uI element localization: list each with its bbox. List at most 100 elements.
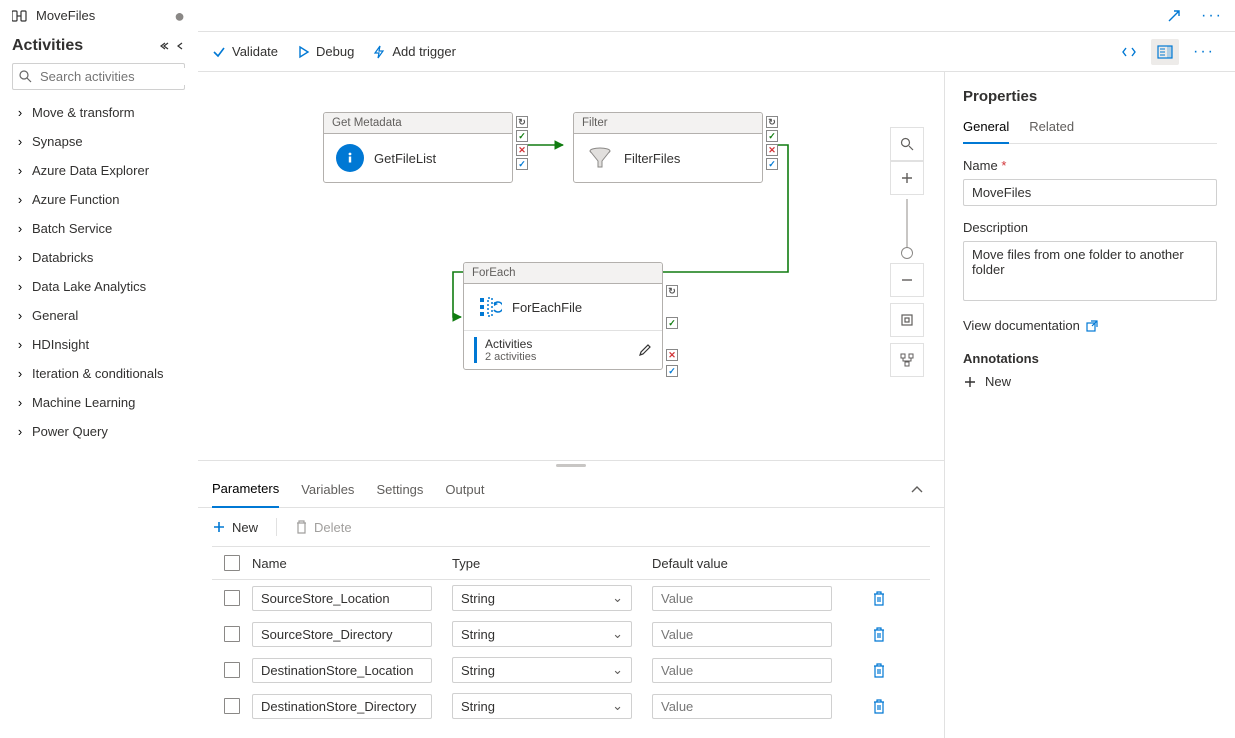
port-loop-icon[interactable]: ↻ <box>666 285 678 297</box>
foreach-activities-row[interactable]: Activities 2 activities <box>464 330 662 369</box>
port-skip-icon[interactable]: ✓ <box>516 158 528 170</box>
activities-title: Activities <box>12 37 83 55</box>
activity-filter[interactable]: Filter FilterFiles ↻ ✓ ✕ ✓ <box>573 112 763 183</box>
dirty-indicator: ● <box>174 11 185 21</box>
zoom-out-button[interactable] <box>890 263 924 297</box>
tab-general[interactable]: General <box>963 119 1009 144</box>
param-name-input[interactable]: DestinationStore_Directory <box>252 694 432 719</box>
code-icon[interactable] <box>1115 39 1143 65</box>
category-databricks[interactable]: ›Databricks <box>0 243 197 272</box>
node-ports[interactable]: ↻ ✓ ✕ ✓ <box>766 116 778 170</box>
tab-variables[interactable]: Variables <box>301 472 354 507</box>
delete-row-icon[interactable] <box>872 591 886 606</box>
category-batch-service[interactable]: ›Batch Service <box>0 214 197 243</box>
row-checkbox[interactable] <box>224 590 240 606</box>
param-type-select[interactable]: String⌄ <box>452 621 632 647</box>
port-loop-icon[interactable]: ↻ <box>516 116 528 128</box>
search-input[interactable] <box>38 68 218 85</box>
fit-to-screen-button[interactable] <box>890 303 924 337</box>
tab-output[interactable]: Output <box>445 472 484 507</box>
toolbar-more-icon[interactable]: ··· <box>1187 37 1221 67</box>
name-input[interactable] <box>963 179 1217 206</box>
category-synapse[interactable]: ›Synapse <box>0 127 197 156</box>
category-iteration-conditionals[interactable]: ›Iteration & conditionals <box>0 359 197 388</box>
delete-row-icon[interactable] <box>872 699 886 714</box>
tab-settings[interactable]: Settings <box>376 472 423 507</box>
properties-toggle-icon[interactable] <box>1151 39 1179 65</box>
activities-sidebar: MoveFiles ● Activities ›Move & transform… <box>0 0 198 738</box>
tab-related[interactable]: Related <box>1029 119 1074 143</box>
row-checkbox[interactable] <box>224 662 240 678</box>
view-documentation-link[interactable]: View documentation <box>963 318 1098 333</box>
properties-title: Properties <box>963 88 1217 105</box>
param-row: DestinationStore_Directory String⌄ Value <box>212 688 930 724</box>
param-row: SourceStore_Directory String⌄ Value <box>212 616 930 652</box>
param-type-select[interactable]: String⌄ <box>452 693 632 719</box>
select-all-checkbox[interactable] <box>224 555 240 571</box>
edit-icon[interactable] <box>638 343 652 357</box>
parameters-table: Name Type Default value SourceStore_Loca… <box>198 546 944 738</box>
more-icon[interactable]: ··· <box>1197 3 1227 29</box>
zoom-slider-thumb[interactable] <box>901 247 913 259</box>
new-annotation-button[interactable]: New <box>963 374 1217 389</box>
category-general[interactable]: ›General <box>0 301 197 330</box>
category-hdinsight[interactable]: ›HDInsight <box>0 330 197 359</box>
param-name-input[interactable]: SourceStore_Location <box>252 586 432 611</box>
port-success-icon[interactable]: ✓ <box>666 317 678 329</box>
category-move-transform[interactable]: ›Move & transform <box>0 98 197 127</box>
row-checkbox[interactable] <box>224 626 240 642</box>
main-area: ··· Validate Debug Add trigger ··· <box>198 0 1235 738</box>
chevron-down-icon: ⌄ <box>612 662 623 678</box>
delete-parameter-button[interactable]: Delete <box>295 520 352 535</box>
debug-button[interactable]: Debug <box>296 44 354 59</box>
zoom-search-button[interactable] <box>890 127 924 161</box>
row-checkbox[interactable] <box>224 698 240 714</box>
port-loop-icon[interactable]: ↻ <box>766 116 778 128</box>
pipeline-canvas[interactable]: Get Metadata GetFileList ↻ ✓ ✕ ✓ <box>198 72 944 460</box>
zoom-in-button[interactable] <box>890 161 924 195</box>
param-value-input[interactable]: Value <box>652 586 832 611</box>
port-failure-icon[interactable]: ✕ <box>516 144 528 156</box>
delete-row-icon[interactable] <box>872 627 886 642</box>
activity-type-label: Filter <box>574 113 762 134</box>
category-machine-learning[interactable]: ›Machine Learning <box>0 388 197 417</box>
add-trigger-button[interactable]: Add trigger <box>372 44 456 59</box>
category-data-lake-analytics[interactable]: ›Data Lake Analytics <box>0 272 197 301</box>
param-value-input[interactable]: Value <box>652 694 832 719</box>
category-power-query[interactable]: ›Power Query <box>0 417 197 446</box>
node-ports[interactable]: ↻ ✓ ✕ ✓ <box>516 116 528 170</box>
param-type-select[interactable]: String⌄ <box>452 657 632 683</box>
port-failure-icon[interactable]: ✕ <box>766 144 778 156</box>
sidebar-collapse-buttons[interactable] <box>159 41 185 51</box>
auto-layout-button[interactable] <box>890 343 924 377</box>
port-skip-icon[interactable]: ✓ <box>666 365 678 377</box>
param-type-select[interactable]: String⌄ <box>452 585 632 611</box>
tab-parameters[interactable]: Parameters <box>212 471 279 508</box>
delete-row-icon[interactable] <box>872 663 886 678</box>
param-name-input[interactable]: DestinationStore_Location <box>252 658 432 683</box>
description-textarea[interactable] <box>963 241 1217 301</box>
chevron-right-icon: › <box>12 308 28 323</box>
port-failure-icon[interactable]: ✕ <box>666 349 678 361</box>
port-success-icon[interactable]: ✓ <box>516 130 528 142</box>
collapse-panel-icon[interactable] <box>910 484 930 494</box>
activity-get-metadata[interactable]: Get Metadata GetFileList ↻ ✓ ✕ ✓ <box>323 112 513 183</box>
new-parameter-button[interactable]: New <box>212 520 258 535</box>
zoom-slider[interactable] <box>906 199 908 259</box>
activity-name: GetFileList <box>374 151 436 166</box>
port-success-icon[interactable]: ✓ <box>766 130 778 142</box>
validate-button[interactable]: Validate <box>212 44 278 59</box>
category-azure-data-explorer[interactable]: ›Azure Data Explorer <box>0 156 197 185</box>
param-name-input[interactable]: SourceStore_Directory <box>252 622 432 647</box>
properties-panel: Properties General Related Name * Descri… <box>945 72 1235 738</box>
category-azure-function[interactable]: ›Azure Function <box>0 185 197 214</box>
panel-resize-grip[interactable] <box>198 461 944 471</box>
activities-search[interactable] <box>12 63 185 90</box>
node-ports[interactable]: ↻ ✓ ✕ ✓ <box>666 285 678 377</box>
port-skip-icon[interactable]: ✓ <box>766 158 778 170</box>
activity-foreach[interactable]: ForEach ForEachFile A <box>463 262 663 370</box>
expand-icon[interactable] <box>1163 5 1185 27</box>
param-value-input[interactable]: Value <box>652 658 832 683</box>
param-value-input[interactable]: Value <box>652 622 832 647</box>
activity-name: FilterFiles <box>624 151 680 166</box>
